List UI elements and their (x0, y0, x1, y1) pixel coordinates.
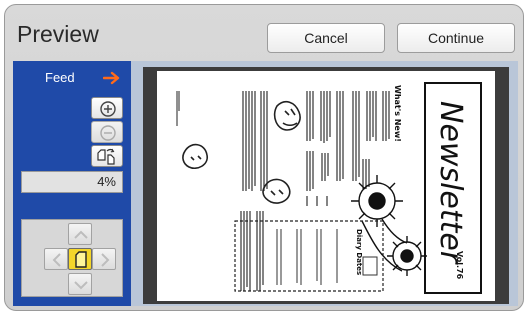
control-panel: Feed 4% (13, 61, 131, 306)
chevron-up-icon (74, 230, 88, 239)
page-position-button[interactable] (68, 248, 92, 270)
rotate-button[interactable] (91, 145, 123, 167)
rotate-page-icon (97, 148, 115, 165)
chevron-right-icon (101, 253, 110, 267)
feed-label: Feed (45, 70, 75, 85)
cancel-button[interactable]: Cancel (267, 23, 385, 53)
page-title: Preview (17, 21, 99, 47)
zoom-out-button[interactable] (91, 121, 123, 143)
heading-diary-dates: Diary Dates (355, 229, 363, 275)
continue-button[interactable]: Continue (397, 23, 515, 53)
newsletter-page-image: Newsletter Vol.76 What's New! Diary Date… (176, 82, 482, 294)
scroll-left-button[interactable] (44, 248, 68, 270)
chevron-down-icon (74, 281, 88, 290)
work-area: Feed 4% Newsletter Vol.76 What's New! Di… (13, 61, 518, 306)
chevron-left-icon (52, 253, 61, 267)
page-preview: Newsletter Vol.76 What's New! Diary Date… (157, 71, 495, 301)
preview-window: Preview Cancel Continue Feed 4% Newslett… (4, 4, 524, 311)
scroll-down-button[interactable] (68, 273, 92, 295)
scroll-right-button[interactable] (92, 248, 116, 270)
newsletter-title: Newsletter (433, 101, 468, 265)
title-bar: Preview Cancel Continue (5, 5, 523, 59)
page-icon (75, 251, 87, 268)
zoom-level: 4% (21, 171, 123, 193)
plus-circle-icon (100, 101, 116, 117)
minus-circle-icon (100, 125, 116, 141)
newsletter-volume: Vol.76 (455, 251, 464, 280)
preview-canvas[interactable]: Newsletter Vol.76 What's New! Diary Date… (143, 67, 509, 304)
zoom-in-button[interactable] (91, 97, 123, 119)
heading-whats-new: What's New! (393, 85, 402, 142)
feed-arrow-icon (103, 71, 120, 85)
scroll-up-button[interactable] (68, 223, 92, 245)
